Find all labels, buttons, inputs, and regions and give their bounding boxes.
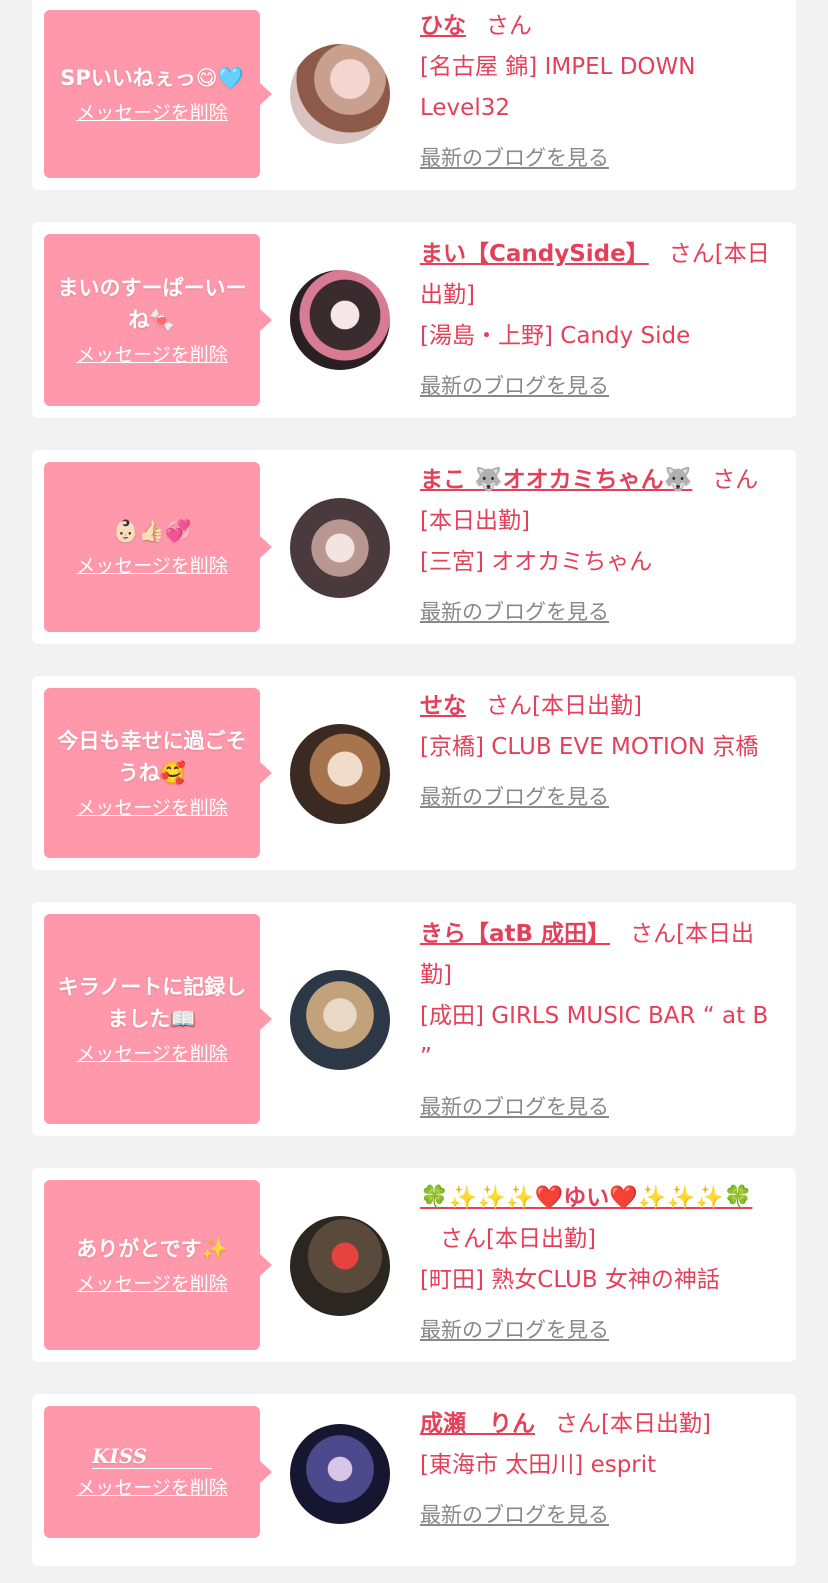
girl-info: 🍀✨✨✨❤️ゆい❤️✨✨✨🍀 さん[本日出勤] [町田] 熟女CLUB 女神の神話… — [420, 1178, 776, 1351]
delete-message-link[interactable]: メッセージを削除 — [76, 100, 228, 126]
message-text: まいのすーぱーいーね🍬 — [57, 276, 247, 332]
avatar[interactable] — [290, 44, 390, 144]
delete-message-link[interactable]: メッセージを削除 — [76, 795, 228, 821]
girl-name-link[interactable]: まい【CandySide】 — [420, 241, 649, 267]
honorific-label: さん — [486, 693, 532, 719]
avatar[interactable] — [290, 270, 390, 370]
shop-info: [湯島・上野] Candy Side — [420, 323, 691, 349]
shop-info: [三宮] オオカミちゃん — [420, 549, 653, 575]
message-card: まいのすーぱーいーね🍬 メッセージを削除 まい【CandySide】 さん[本日出… — [32, 222, 796, 418]
latest-blog-link[interactable]: 最新のブログを見る — [420, 138, 776, 179]
message-bubble: 今日も幸せに過ごそうね🥰 メッセージを削除 — [44, 688, 272, 858]
message-text: 👶🏻👍🏻💞 — [112, 519, 192, 543]
girl-name-link[interactable]: 🍀✨✨✨❤️ゆい❤️✨✨✨🍀 — [420, 1185, 752, 1211]
latest-blog-link[interactable]: 最新のブログを見る — [420, 1495, 776, 1536]
working-status: [本日出勤] — [532, 693, 642, 719]
working-status: [本日出勤] — [601, 1411, 711, 1437]
avatar[interactable] — [290, 498, 390, 598]
working-status: [本日出勤] — [420, 508, 530, 534]
working-status: [本日出勤] — [486, 1226, 596, 1252]
honorific-label: さん — [486, 13, 532, 39]
girl-name-link[interactable]: きら【atB 成田】 — [420, 921, 610, 947]
message-card: KISS メッセージを削除 成瀬 りん さん[本日出勤] [東海市 太田川] es… — [32, 1394, 796, 1566]
delete-message-link[interactable]: メッセージを削除 — [76, 1475, 228, 1501]
latest-blog-link[interactable]: 最新のブログを見る — [420, 366, 776, 407]
message-text: SPいいねぇっ😋🩵 — [60, 66, 244, 90]
girl-name-link[interactable]: まこ 🐺オオカミちゃん🐺 — [420, 467, 692, 493]
latest-blog-link[interactable]: 最新のブログを見る — [420, 1310, 776, 1351]
girl-info: 成瀬 りん さん[本日出勤] [東海市 太田川] esprit 最新のブログを見る — [420, 1404, 776, 1536]
girl-info: ひな さん [名古屋 錦] IMPEL DOWN Level32 最新のブログを見… — [420, 6, 776, 179]
message-feed: SPいいねぇっ😋🩵 メッセージを削除 ひな さん [名古屋 錦] IMPEL DO… — [0, 0, 828, 1583]
shop-info: [名古屋 錦] IMPEL DOWN Level32 — [420, 54, 696, 121]
message-text: ありがとです✨ — [76, 1237, 228, 1261]
latest-blog-link[interactable]: 最新のブログを見る — [420, 777, 776, 818]
girl-info: きら【atB 成田】 さん[本日出勤] [成田] GIRLS MUSIC BAR … — [420, 914, 776, 1128]
message-card: 👶🏻👍🏻💞 メッセージを削除 まこ 🐺オオカミちゃん🐺 さん [本日出勤] [三宮]… — [32, 450, 796, 644]
girl-info: まい【CandySide】 さん[本日出勤] [湯島・上野] Candy Side… — [420, 234, 776, 407]
message-bubble: 👶🏻👍🏻💞 メッセージを削除 — [44, 462, 272, 632]
message-card: ありがとです✨ メッセージを削除 🍀✨✨✨❤️ゆい❤️✨✨✨🍀 さん[本日出勤] … — [32, 1168, 796, 1362]
delete-message-link[interactable]: メッセージを削除 — [76, 342, 228, 368]
message-card: キラノートに記録しました📖 メッセージを削除 きら【atB 成田】 さん[本日出勤… — [32, 902, 796, 1136]
shop-info: [東海市 太田川] esprit — [420, 1452, 657, 1478]
message-card: SPいいねぇっ😋🩵 メッセージを削除 ひな さん [名古屋 錦] IMPEL DO… — [32, 0, 796, 190]
girl-name-link[interactable]: ひな — [420, 13, 466, 39]
avatar[interactable] — [290, 1216, 390, 1316]
shop-info: [京橋] CLUB EVE MOTION 京橋 — [420, 734, 759, 760]
girl-name-link[interactable]: 成瀬 りん — [420, 1411, 535, 1437]
message-text: 今日も幸せに過ごそうね🥰 — [57, 729, 247, 785]
delete-message-link[interactable]: メッセージを削除 — [76, 1041, 228, 1067]
delete-message-link[interactable]: メッセージを削除 — [76, 1271, 228, 1297]
message-text: KISS — [92, 1444, 212, 1469]
avatar[interactable] — [290, 724, 390, 824]
delete-message-link[interactable]: メッセージを削除 — [76, 553, 228, 579]
message-bubble: まいのすーぱーいーね🍬 メッセージを削除 — [44, 234, 272, 406]
message-bubble: SPいいねぇっ😋🩵 メッセージを削除 — [44, 10, 272, 178]
honorific-label: さん — [630, 921, 677, 947]
honorific-label: さん — [668, 241, 715, 267]
girl-name-link[interactable]: せな — [420, 693, 466, 719]
avatar[interactable] — [290, 970, 390, 1070]
avatar[interactable] — [290, 1424, 390, 1524]
girl-info: まこ 🐺オオカミちゃん🐺 さん [本日出勤] [三宮] オオカミちゃん 最新のブログ… — [420, 460, 776, 633]
message-bubble: キラノートに記録しました📖 メッセージを削除 — [44, 914, 272, 1124]
message-bubble: ありがとです✨ メッセージを削除 — [44, 1180, 272, 1350]
latest-blog-link[interactable]: 最新のブログを見る — [420, 592, 776, 633]
honorific-label: さん — [440, 1226, 486, 1252]
message-bubble: KISS メッセージを削除 — [44, 1406, 272, 1538]
message-card: 今日も幸せに過ごそうね🥰 メッセージを削除 せな さん[本日出勤] [京橋] CL… — [32, 676, 796, 870]
honorific-label: さん — [712, 467, 759, 493]
latest-blog-link[interactable]: 最新のブログを見る — [420, 1087, 776, 1128]
girl-info: せな さん[本日出勤] [京橋] CLUB EVE MOTION 京橋 最新のブロ… — [420, 686, 776, 818]
shop-info: [成田] GIRLS MUSIC BAR “ at B ” — [420, 1003, 769, 1070]
shop-info: [町田] 熟女CLUB 女神の神話 — [420, 1267, 720, 1293]
honorific-label: さん — [555, 1411, 601, 1437]
message-text: キラノートに記録しました📖 — [57, 975, 247, 1031]
